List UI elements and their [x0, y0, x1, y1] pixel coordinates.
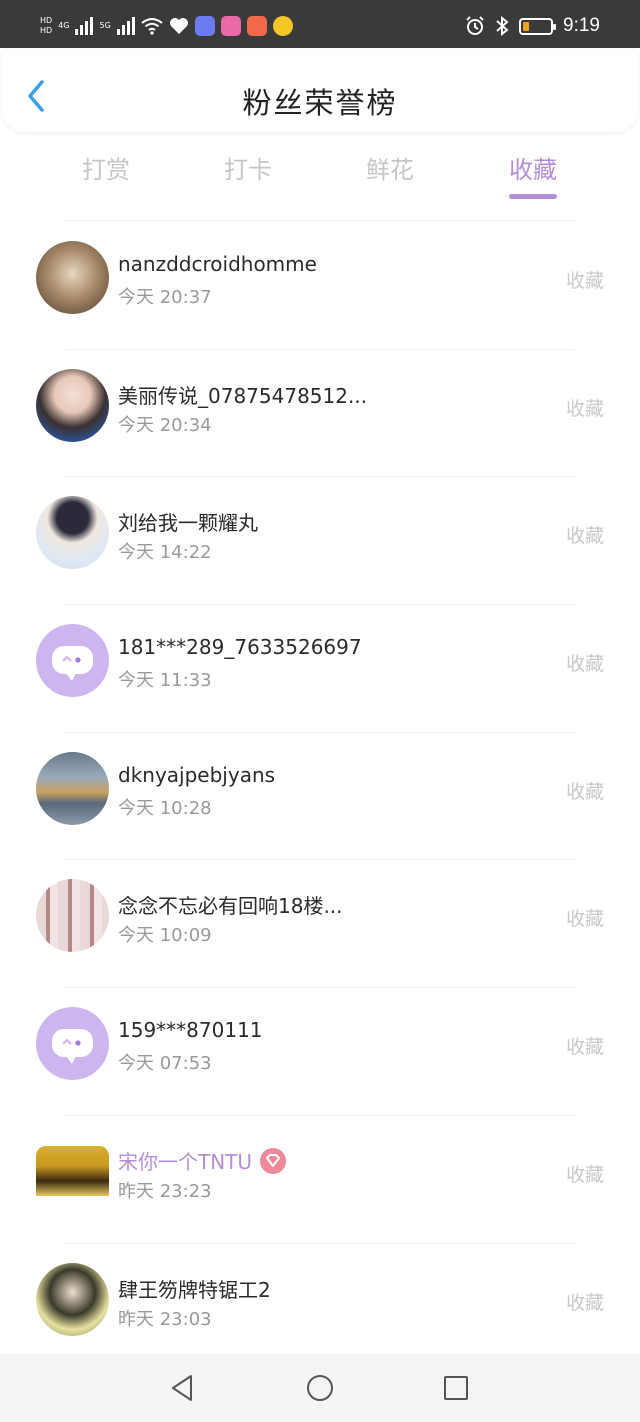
weibo-app-icon — [272, 16, 293, 36]
fan-time: 今天 11:33 — [118, 670, 212, 692]
list-item[interactable]: 刘给我一颗耀丸 今天 14:22 收藏 — [0, 477, 640, 606]
network-5g-label: 5G — [99, 21, 111, 30]
favorite-label: 收藏 — [565, 397, 604, 420]
favorite-label: 收藏 — [565, 908, 604, 931]
fan-time: 今天 20:34 — [118, 414, 212, 436]
hd-label: HD — [40, 16, 53, 25]
back-triangle-icon[interactable] — [167, 1372, 199, 1404]
signal-5g-icon — [116, 17, 135, 35]
fan-name-text: 宋你一个TNTU — [118, 1149, 253, 1174]
fan-time: 昨天 23:23 — [118, 1180, 212, 1202]
mail-app-icon — [246, 16, 267, 36]
fan-time: 今天 14:22 — [118, 542, 212, 564]
heart-health-icon — [169, 18, 188, 34]
alarm-icon — [466, 16, 484, 35]
list-item[interactable]: 181***289_7633526697 今天 11:33 收藏 — [0, 605, 640, 733]
divider — [66, 220, 574, 221]
avatar[interactable] — [36, 368, 109, 442]
vip-badge-icon — [260, 1148, 287, 1175]
favorite-label: 收藏 — [565, 270, 604, 292]
list-item[interactable]: 宋你一个TNTU 昨天 23:23 收藏 — [0, 1116, 640, 1244]
favorite-label: 收藏 — [565, 653, 604, 676]
tab-flowers[interactable]: 鲜花 — [330, 150, 450, 185]
list-item[interactable]: 肆王笏牌特锯工2 昨天 23:03 收藏 — [0, 1244, 640, 1372]
fan-name: 宋你一个TNTU — [118, 1146, 287, 1177]
music-app-icon — [194, 16, 215, 36]
fan-name: nanzddcroidhomme — [118, 252, 317, 276]
signal-4g-icon — [75, 17, 94, 35]
hd-indicator: HD HD — [40, 17, 52, 35]
list-item[interactable]: nanzddcroidhomme 今天 20:37 收藏 — [0, 222, 640, 350]
fan-time: 今天 10:28 — [118, 797, 212, 819]
status-left: HD HD 4G 5G — [40, 12, 293, 40]
default-avatar[interactable] — [36, 624, 109, 698]
status-right: 9:19 — [465, 12, 600, 40]
fan-name: 念念不忘必有回响18楼... — [118, 894, 343, 919]
page-header: 粉丝荣誉榜 — [2, 52, 638, 132]
list-item[interactable]: dknyajpebjyans 今天 10:28 收藏 — [0, 733, 640, 861]
favorite-label: 收藏 — [565, 1036, 604, 1059]
avatar[interactable] — [36, 496, 109, 570]
chat-bubble-icon — [52, 1029, 93, 1065]
active-tab-indicator — [509, 194, 557, 199]
list-item[interactable]: 159***870111 今天 07:53 收藏 — [0, 988, 640, 1116]
fan-list: nanzddcroidhomme 今天 20:37 收藏 美丽传说_078754… — [0, 222, 640, 1371]
tab-favorites[interactable]: 收藏 — [473, 150, 593, 185]
favorite-label: 收藏 — [565, 1163, 604, 1186]
default-avatar[interactable] — [36, 1007, 109, 1081]
calendar-app-icon — [220, 16, 241, 36]
chat-bubble-icon — [52, 646, 93, 682]
list-item[interactable]: 美丽传说_07875478512... 今天 20:34 收藏 — [0, 350, 640, 478]
page-title: 粉丝荣誉榜 — [242, 86, 398, 120]
avatar[interactable] — [36, 241, 109, 314]
favorite-label: 收藏 — [565, 1291, 604, 1314]
bluetooth-icon — [496, 16, 509, 36]
status-bar: HD HD 4G 5G 9:19 — [0, 0, 640, 48]
hd-label: HD — [40, 26, 53, 35]
battery-level — [523, 21, 530, 31]
avatar[interactable] — [36, 879, 109, 953]
fan-name: 181***289_7633526697 — [118, 635, 362, 660]
tab-checkin[interactable]: 打卡 — [188, 150, 308, 185]
list-item[interactable]: 念念不忘必有回响18楼... 今天 10:09 收藏 — [0, 860, 640, 989]
fan-name: 刘给我一颗耀丸 — [118, 511, 258, 536]
avatar[interactable] — [36, 1145, 109, 1196]
fan-name: 美丽传说_07875478512... — [118, 383, 368, 408]
fan-name: 肆王笏牌特锯工2 — [118, 1277, 271, 1302]
fan-time: 今天 07:53 — [118, 1053, 212, 1075]
avatar[interactable] — [36, 1262, 109, 1336]
tab-reward[interactable]: 打赏 — [46, 150, 166, 185]
recents-square-icon[interactable] — [440, 1372, 472, 1404]
system-nav-bar — [0, 1354, 640, 1422]
clock: 9:19 — [563, 15, 600, 36]
fan-time: 今天 20:37 — [118, 287, 212, 308]
fan-name: 159***870111 — [118, 1018, 263, 1043]
favorite-label: 收藏 — [565, 525, 604, 548]
favorite-label: 收藏 — [565, 780, 604, 803]
fan-time: 今天 10:09 — [118, 925, 212, 947]
wifi-icon — [141, 18, 163, 35]
battery-icon — [519, 17, 557, 35]
network-4g-label: 4G — [58, 21, 70, 30]
home-circle-icon[interactable] — [304, 1372, 336, 1404]
fan-name: dknyajpebjyans — [118, 762, 276, 787]
fan-time: 昨天 23:03 — [118, 1308, 212, 1330]
avatar[interactable] — [36, 751, 109, 825]
